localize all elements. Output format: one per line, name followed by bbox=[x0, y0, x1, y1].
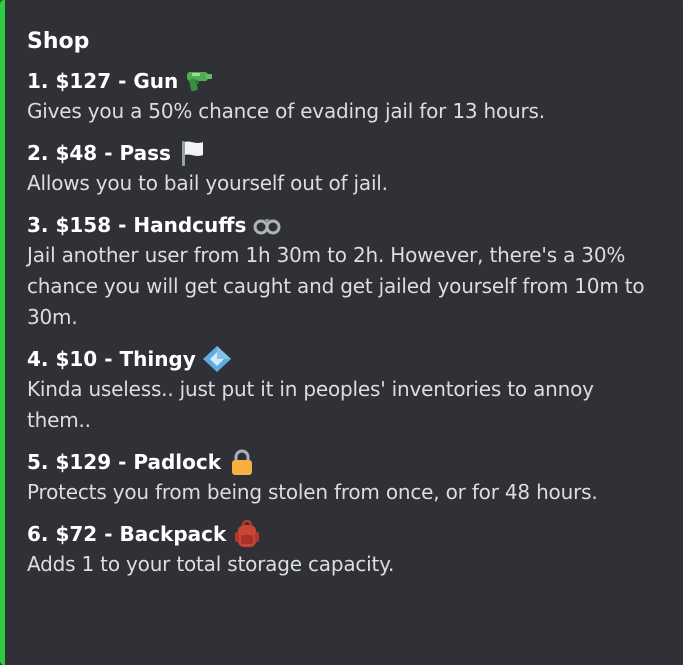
item-name: 3. $158 - Handcuffs bbox=[27, 213, 247, 237]
item-name: 2. $48 - Pass bbox=[27, 141, 171, 165]
item-name: 5. $129 - Padlock bbox=[27, 450, 222, 474]
item-description: Jail another user from 1h 30m to 2h. How… bbox=[27, 243, 645, 329]
shop-embed: Shop 1. $127 - Gun Gives you a 50% chanc… bbox=[0, 0, 683, 665]
shop-item-backpack: 6. $72 - Backpack Adds 1 to your total s… bbox=[27, 519, 663, 580]
white-flag-icon bbox=[177, 139, 207, 167]
item-description: Kinda useless.. just put it in peoples' … bbox=[27, 377, 594, 432]
lock-icon bbox=[227, 448, 257, 476]
shop-item-thingy: 4. $10 - Thingy Kinda useless.. just put… bbox=[27, 344, 663, 436]
embed-title: Shop bbox=[27, 29, 90, 54]
backpack-icon bbox=[232, 520, 262, 548]
item-description: Gives you a 50% chance of evading jail f… bbox=[27, 99, 545, 123]
item-description: Allows you to bail yourself out of jail. bbox=[27, 171, 388, 195]
item-name: 1. $127 - Gun bbox=[27, 69, 179, 93]
shop-item-padlock: 5. $129 - Padlock Protects you from bein… bbox=[27, 447, 663, 508]
handcuffs-icon bbox=[252, 211, 282, 239]
shop-item-gun: 1. $127 - Gun Gives you a 50% chance of … bbox=[27, 66, 663, 127]
item-description: Adds 1 to your total storage capacity. bbox=[27, 552, 395, 576]
diamond-shape-icon bbox=[202, 345, 232, 373]
water-pistol-icon bbox=[184, 67, 214, 95]
shop-item-handcuffs: 3. $158 - Handcuffs Jail another user fr… bbox=[27, 210, 663, 333]
item-name: 4. $10 - Thingy bbox=[27, 347, 196, 371]
item-name: 6. $72 - Backpack bbox=[27, 522, 227, 546]
shop-item-pass: 2. $48 - Pass Allows you to bail yoursel… bbox=[27, 138, 663, 199]
item-description: Protects you from being stolen from once… bbox=[27, 480, 598, 504]
